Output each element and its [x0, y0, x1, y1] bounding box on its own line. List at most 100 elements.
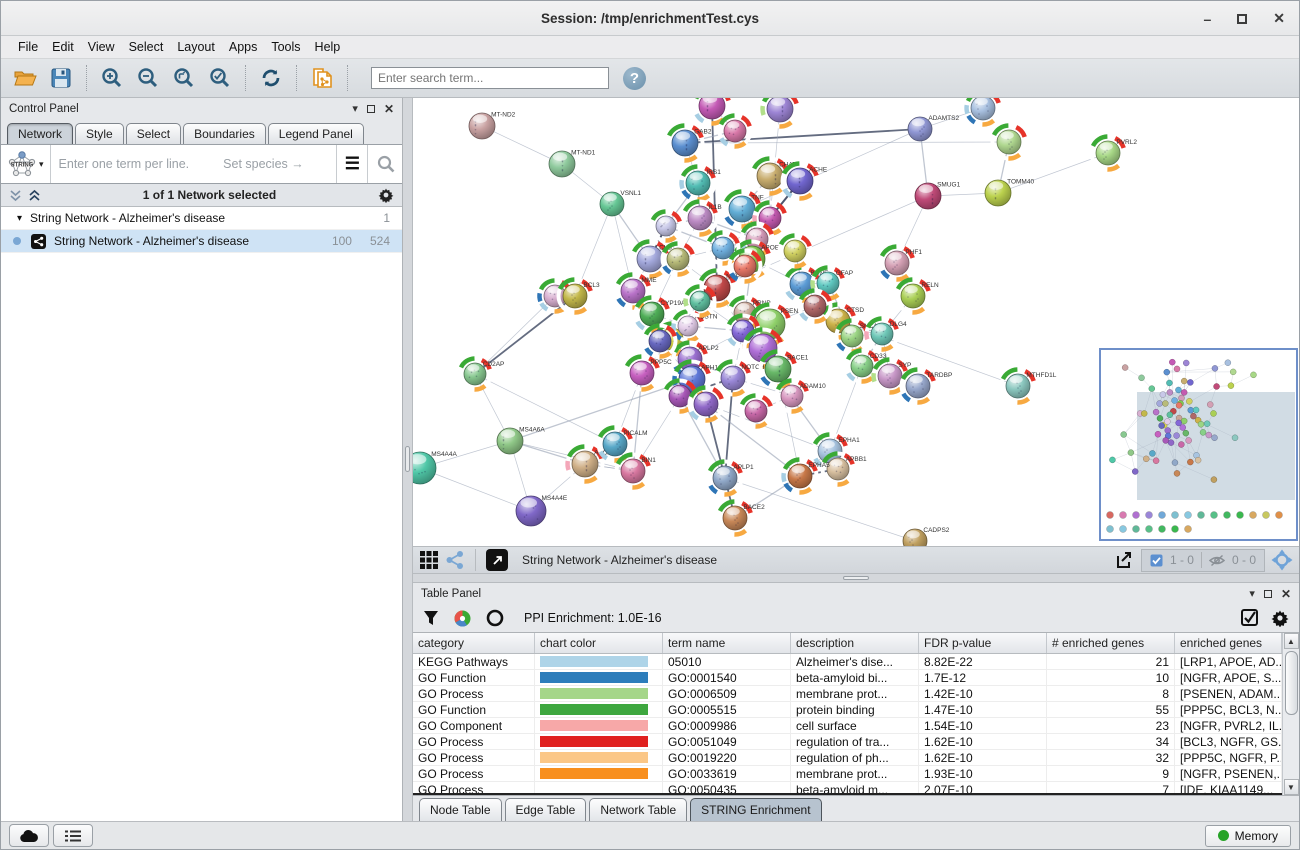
table-row[interactable]: KEGG Pathways05010Alzheimer's dise...8.8… — [413, 654, 1282, 670]
detach-view-button[interactable] — [486, 549, 508, 571]
zoom-out-button[interactable] — [132, 63, 164, 93]
protein-node[interactable] — [780, 236, 811, 267]
table-row[interactable]: GO ProcessGO:0019220regulation of ph...1… — [413, 750, 1282, 766]
protein-node[interactable]: APBB1 — [823, 454, 868, 485]
help-button[interactable]: ? — [623, 67, 646, 90]
protein-node[interactable]: VSNL1 — [600, 190, 641, 216]
protein-node[interactable]: RELN — [897, 280, 940, 313]
panel-close-icon[interactable]: ✕ — [384, 102, 394, 116]
save-session-button[interactable] — [45, 63, 77, 93]
menu-help[interactable]: Help — [308, 38, 348, 56]
protein-node[interactable]: PPP5C — [626, 357, 673, 390]
column-header-fdr-p-value[interactable]: FDR p-value — [919, 633, 1047, 653]
share-view-icon[interactable] — [445, 550, 465, 570]
string-search-icon[interactable] — [376, 154, 396, 174]
hidden-eye-icon[interactable] — [1209, 554, 1225, 567]
table-scrollbar[interactable]: ▲ ▼ — [1282, 633, 1299, 795]
protein-node[interactable]: TARDBP — [902, 370, 953, 403]
protein-node[interactable]: PVRL2 — [1092, 137, 1138, 170]
column-header-description[interactable]: description — [791, 633, 919, 653]
table-settings-gear-icon[interactable] — [1271, 609, 1289, 627]
protein-node[interactable] — [690, 388, 723, 421]
tab-string-enrichment[interactable]: STRING Enrichment — [690, 798, 821, 821]
expand-all-icon[interactable] — [28, 189, 41, 202]
tab-network[interactable]: Network — [7, 123, 73, 144]
protein-node[interactable]: MT-ND2 — [469, 111, 516, 139]
selected-checkbox-icon[interactable] — [1150, 554, 1163, 567]
menu-tools[interactable]: Tools — [264, 38, 307, 56]
tab-network-table[interactable]: Network Table — [589, 798, 687, 821]
table-row[interactable]: GO ProcessGO:0051049regulation of tra...… — [413, 734, 1282, 750]
protein-node[interactable]: ACHE — [783, 164, 828, 199]
protein-node[interactable] — [763, 98, 798, 127]
splitter-grip[interactable] — [405, 446, 410, 472]
network-options-gear-icon[interactable] — [378, 187, 394, 203]
protein-node[interactable] — [730, 251, 761, 282]
network-canvas[interactable]: MT-ND2MT-ND1VSNL1GAB2ADAMTS2PVRL2TOMM40S… — [413, 98, 1299, 546]
search-input[interactable] — [371, 67, 609, 89]
birds-eye-view[interactable] — [1099, 348, 1298, 541]
string-options-icon[interactable]: ☰ — [345, 154, 359, 174]
protein-node[interactable]: MTHFD1L — [1002, 370, 1057, 403]
horizontal-splitter[interactable] — [413, 574, 1299, 583]
menu-apps[interactable]: Apps — [222, 38, 265, 56]
string-query-input[interactable]: Enter one term per line. Set species → — [50, 145, 328, 183]
tab-boundaries[interactable]: Boundaries — [183, 123, 266, 144]
table-row[interactable]: GO ProcessGO:0006509membrane prot...1.42… — [413, 686, 1282, 702]
panel-menu-icon[interactable]: ▾ — [352, 102, 358, 115]
column-header--enriched-genes[interactable]: # enriched genes — [1047, 633, 1175, 653]
pan-crosshair-icon[interactable] — [1271, 549, 1293, 571]
protein-node[interactable]: TOMM40 — [985, 178, 1034, 206]
protein-node[interactable] — [720, 116, 751, 147]
protein-node[interactable]: PHF1 — [881, 247, 923, 280]
menu-edit[interactable]: Edit — [45, 38, 81, 56]
zoom-selected-button[interactable] — [204, 63, 236, 93]
select-all-checkbox-icon[interactable] — [1241, 609, 1259, 627]
table-row[interactable]: GO ProcessGO:0033619membrane prot...1.93… — [413, 766, 1282, 782]
memory-button[interactable]: Memory — [1205, 825, 1291, 847]
minimize-button[interactable]: – — [1203, 11, 1211, 27]
string-dropdown-caret[interactable]: ▾ — [39, 159, 44, 170]
protein-node[interactable] — [741, 396, 772, 427]
menu-select[interactable]: Select — [122, 38, 171, 56]
task-list-button[interactable] — [53, 824, 93, 847]
protein-node[interactable]: DLG4 — [866, 319, 907, 350]
table-panel-float-icon[interactable] — [1264, 590, 1272, 598]
menu-view[interactable]: View — [81, 38, 122, 56]
protein-node[interactable]: BCL3 — [559, 280, 601, 313]
table-row[interactable]: GO ProcessGO:0050435beta-amyloid m...2.0… — [413, 782, 1282, 795]
protein-node[interactable] — [967, 98, 1000, 125]
zoom-fit-button[interactable] — [168, 63, 200, 93]
scroll-thumb[interactable] — [1285, 651, 1298, 715]
column-header-enriched-genes[interactable]: enriched genes — [1175, 633, 1282, 653]
menu-file[interactable]: File — [11, 38, 45, 56]
clone-network-button[interactable] — [306, 63, 338, 93]
network-collection-row[interactable]: ▾ String Network - Alzheimer's disease 1 — [1, 207, 402, 230]
protein-node[interactable] — [685, 287, 714, 316]
protein-node[interactable] — [652, 212, 681, 241]
protein-node[interactable]: MT-ND1 — [549, 149, 596, 177]
protein-node[interactable] — [645, 326, 676, 357]
refresh-button[interactable] — [255, 63, 287, 93]
panel-float-icon[interactable] — [367, 105, 375, 113]
string-logo[interactable]: STRING ▾ — [7, 150, 50, 178]
tab-node-table[interactable]: Node Table — [419, 798, 502, 821]
scroll-up-button[interactable]: ▲ — [1284, 633, 1299, 649]
menu-layout[interactable]: Layout — [170, 38, 222, 56]
vertical-splitter[interactable] — [403, 98, 413, 821]
tab-edge-table[interactable]: Edge Table — [505, 798, 587, 821]
protein-node[interactable]: MS4A4A — [413, 451, 458, 484]
protein-node[interactable] — [708, 233, 739, 264]
protein-node[interactable] — [663, 244, 694, 275]
protein-node[interactable]: BIN1 — [617, 455, 657, 488]
network-row-selected[interactable]: String Network - Alzheimer's disease 100… — [1, 230, 402, 253]
pie-chart-icon[interactable] — [453, 609, 472, 628]
column-header-term-name[interactable]: term name — [663, 633, 791, 653]
scroll-down-button[interactable]: ▼ — [1284, 779, 1299, 795]
table-row[interactable]: GO FunctionGO:0001540beta-amyloid bi...1… — [413, 670, 1282, 686]
open-session-button[interactable] — [9, 63, 41, 93]
protein-node[interactable]: BACE2 — [719, 502, 766, 535]
collapse-all-icon[interactable] — [9, 189, 22, 202]
ring-chart-icon[interactable] — [486, 609, 504, 627]
filter-icon[interactable] — [423, 610, 439, 627]
